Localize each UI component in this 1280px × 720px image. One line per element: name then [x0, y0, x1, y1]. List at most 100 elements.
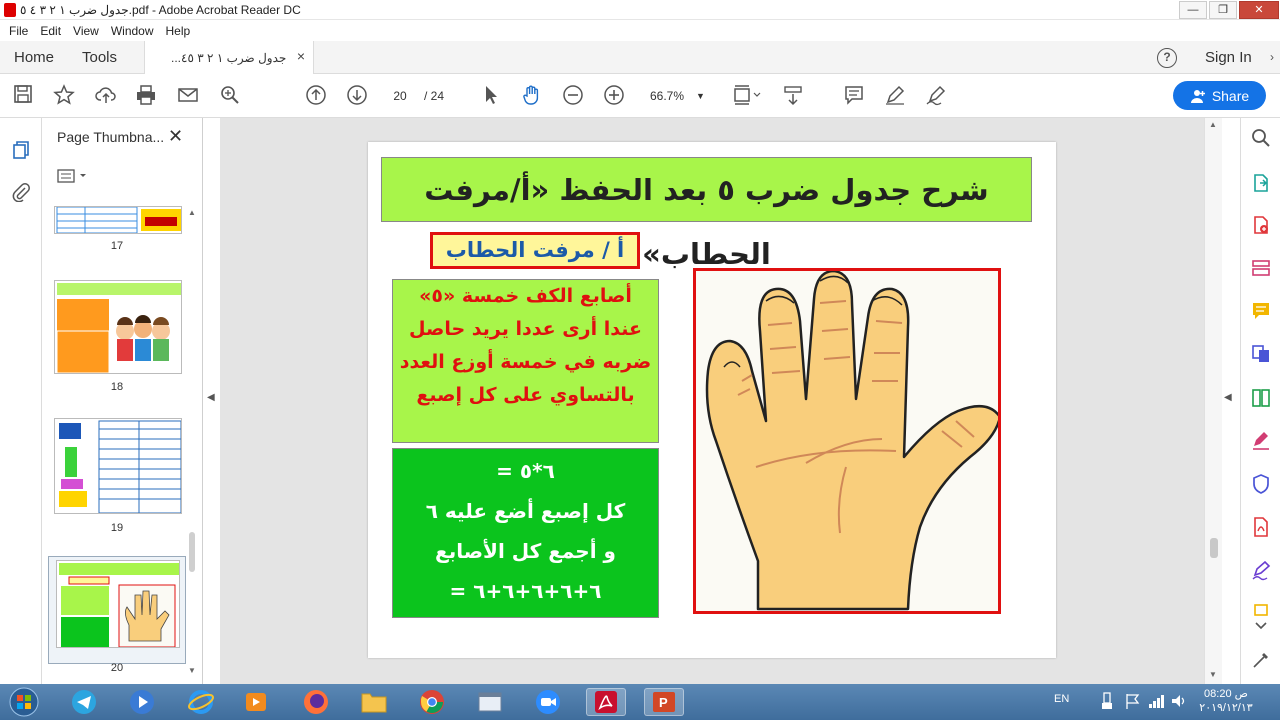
highlight-pen-icon[interactable]: [883, 84, 907, 108]
tab-home[interactable]: Home: [14, 49, 54, 66]
minimize-button[interactable]: —: [1179, 1, 1207, 19]
search-icon[interactable]: [1250, 128, 1272, 150]
organize-pages-icon[interactable]: [1250, 388, 1272, 410]
add-person-icon: [1190, 89, 1205, 103]
comment-tool-icon[interactable]: [1250, 301, 1272, 323]
tab-tools[interactable]: Tools: [82, 49, 117, 66]
zoom-level-dropdown[interactable]: 66.7% ▼: [644, 85, 705, 107]
document-scrollbar[interactable]: ▲ ▼: [1204, 118, 1222, 684]
restore-button[interactable]: ❐: [1209, 1, 1237, 19]
taskbar-video-app[interactable]: [236, 688, 276, 716]
export-pdf-icon[interactable]: [1250, 173, 1272, 195]
panel-scrollbar[interactable]: ▲ ▼: [188, 208, 196, 678]
taskbar-file-explorer[interactable]: [354, 688, 394, 716]
media-player-icon: [130, 690, 154, 714]
select-cursor-icon[interactable]: [478, 84, 502, 108]
tab-bar: Home Tools جدول ضرب ١ ٢ ٣ ٤٥... × ? Sign…: [0, 41, 1280, 75]
clock-time: 08:20 ص: [1204, 688, 1248, 700]
folder-icon: [361, 693, 387, 713]
help-icon[interactable]: ?: [1157, 48, 1177, 68]
close-tab-icon[interactable]: ×: [297, 48, 305, 64]
pdf-page: شرح جدول ضرب ٥ بعد الحفظ «أ/مرفت الحطاب»…: [368, 142, 1056, 658]
close-window-button[interactable]: ✕: [1239, 1, 1279, 19]
main-toolbar: 20 / 24 66.7% ▼: [0, 74, 1280, 118]
start-button[interactable]: [4, 687, 44, 717]
thumbnail-page-19[interactable]: [54, 418, 182, 514]
fit-page-icon[interactable]: [729, 84, 763, 108]
protect-shield-icon[interactable]: [1250, 474, 1272, 496]
scroll-mode-icon[interactable]: [781, 84, 805, 108]
explanation-line-3: ضربه في خمسة أوزع العدد: [399, 351, 652, 373]
next-page-icon[interactable]: [345, 84, 369, 108]
combine-files-icon[interactable]: [1250, 344, 1272, 366]
system-clock[interactable]: 08:20 ص ٢٠١٩/١٢/١٣: [1196, 687, 1256, 715]
sign-pen-icon[interactable]: [924, 84, 948, 108]
menu-file[interactable]: File: [9, 24, 28, 38]
tray-volume-icon[interactable]: [1170, 692, 1188, 720]
thumbnail-label-20: 20: [110, 662, 124, 674]
previous-page-icon[interactable]: [304, 84, 328, 108]
page-number-input[interactable]: 20: [384, 85, 416, 107]
explanation-line-2: عندا أرى عددا يريد حاصل: [409, 318, 642, 340]
menu-window[interactable]: Window: [111, 24, 154, 38]
taskbar-media-player[interactable]: [122, 688, 162, 716]
example-line-4: ٦+٦+٦+٦+٦ =: [449, 579, 602, 603]
taskbar-acrobat-reader[interactable]: [586, 688, 626, 716]
more-arrow-icon[interactable]: ›: [1270, 50, 1274, 64]
taskbar-presentation-app[interactable]: [470, 688, 510, 716]
edit-pdf-icon[interactable]: [1250, 258, 1272, 280]
taskbar-powerpoint[interactable]: P: [644, 688, 684, 716]
menu-edit[interactable]: Edit: [40, 24, 61, 38]
taskbar-internet-explorer[interactable]: [181, 688, 221, 716]
zoom-out-icon[interactable]: [561, 84, 585, 108]
tray-usb-icon[interactable]: [1100, 692, 1114, 720]
search-zoom-icon[interactable]: [218, 84, 242, 108]
page-thumbnails-icon[interactable]: [11, 140, 31, 160]
close-panel-icon[interactable]: ✕: [168, 126, 183, 147]
thumbnail-page-17[interactable]: [54, 206, 182, 234]
upload-cloud-icon[interactable]: [94, 84, 118, 108]
thumbnail-label-17: 17: [110, 240, 124, 252]
taskbar-chrome[interactable]: [412, 688, 452, 716]
collapse-left-panel-icon[interactable]: ◀: [207, 392, 215, 403]
zoom-video-icon: [536, 690, 560, 714]
zoom-level-value: 66.7%: [650, 89, 685, 103]
window-title: ‏جدول ضرب ١ ٢ ٣ ٤ ٥.pdf - Adobe Acrobat …: [20, 3, 301, 17]
windows-logo-icon: [9, 687, 39, 717]
tray-network-icon[interactable]: [1147, 692, 1165, 720]
fill-sign-icon[interactable]: [1250, 431, 1272, 453]
thumbnail-page-18[interactable]: [54, 280, 182, 374]
taskbar-telegram[interactable]: [64, 688, 104, 716]
save-icon[interactable]: [11, 84, 35, 108]
customize-tools-icon[interactable]: [1250, 650, 1272, 672]
chrome-icon: [420, 690, 444, 714]
svg-text:P: P: [659, 695, 668, 710]
thumbnail-page-20[interactable]: [56, 560, 180, 648]
bookmark-star-icon[interactable]: [52, 84, 76, 108]
thumbnail-options-menu[interactable]: [56, 168, 90, 186]
collapse-right-panel-icon[interactable]: ◀: [1224, 392, 1232, 403]
comment-icon[interactable]: [842, 84, 866, 108]
email-icon[interactable]: [176, 84, 200, 108]
sign-in-link[interactable]: Sign In: [1205, 49, 1252, 66]
chevron-down-icon: ▼: [696, 91, 705, 101]
menu-view[interactable]: View: [73, 24, 99, 38]
taskbar-firefox[interactable]: [296, 688, 336, 716]
expand-tools-chevron-icon[interactable]: [1250, 618, 1272, 640]
presentation-window-icon: [478, 692, 502, 712]
zoom-in-icon[interactable]: [602, 84, 626, 108]
taskbar-zoom[interactable]: [528, 688, 568, 716]
tab-document[interactable]: جدول ضرب ١ ٢ ٣ ٤٥... ×: [144, 41, 314, 75]
language-indicator[interactable]: EN: [1054, 693, 1069, 720]
print-icon[interactable]: [134, 84, 158, 108]
tray-flag-icon[interactable]: [1124, 692, 1142, 720]
share-button[interactable]: Share: [1173, 81, 1266, 110]
create-pdf-icon[interactable]: [1250, 215, 1272, 237]
firefox-icon: [304, 690, 328, 714]
hand-tool-icon[interactable]: [520, 84, 544, 108]
pdf-tool-icon[interactable]: [1250, 517, 1272, 539]
menu-help[interactable]: Help: [166, 24, 191, 38]
attachment-paperclip-icon[interactable]: [11, 182, 31, 203]
send-signature-icon[interactable]: [1250, 560, 1272, 583]
document-viewport[interactable]: شرح جدول ضرب ٥ بعد الحفظ «أ/مرفت الحطاب»…: [220, 118, 1204, 684]
